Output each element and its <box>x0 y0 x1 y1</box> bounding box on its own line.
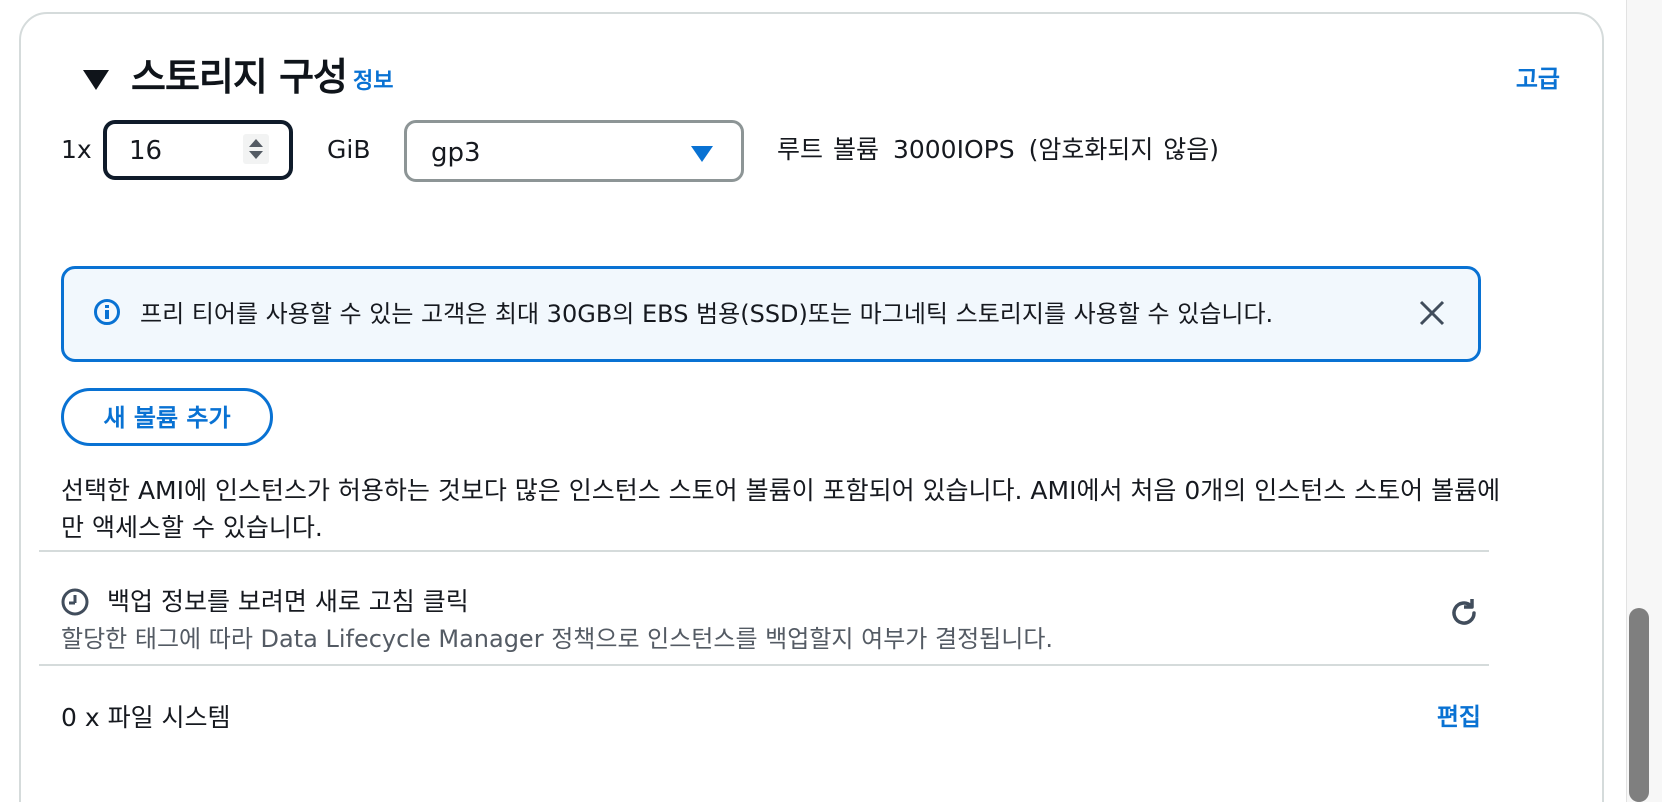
backup-info-row: 백업 정보를 보려면 새로 고침 클릭 할당한 태그에 따라 Data Life… <box>61 582 1481 658</box>
info-icon <box>94 299 120 325</box>
section-header: 스토리지 구성 정보 고급 <box>63 44 1560 99</box>
chevron-down-icon <box>691 146 713 162</box>
section-title[interactable]: 스토리지 구성 <box>131 52 348 102</box>
encryption-label: (암호화되지 않음) <box>1028 135 1220 164</box>
file-system-row: 0 x 파일 시스템 편집 <box>61 702 1481 742</box>
close-icon[interactable] <box>1416 297 1448 329</box>
refresh-icon[interactable] <box>1447 596 1481 630</box>
iops-label: 3000IOPS <box>892 135 1015 164</box>
storage-config-panel: 스토리지 구성 정보 고급 1x GiB gp3 루트 볼륨 3000IOPS (암… <box>19 12 1604 802</box>
volume-description: 루트 볼륨 3000IOPS (암호화되지 않음) <box>777 134 1233 166</box>
alert-text: 프리 티어를 사용할 수 있는 고객은 최대 30GB의 EBS 범용(SSD)… <box>140 300 1274 328</box>
free-tier-alert: 프리 티어를 사용할 수 있는 고객은 최대 30GB의 EBS 범용(SSD)… <box>61 266 1481 362</box>
size-unit-label: GiB <box>327 135 371 164</box>
quantity-label: 1x <box>61 135 92 164</box>
backup-title: 백업 정보를 보려면 새로 고침 클릭 <box>107 587 469 616</box>
advanced-link[interactable]: 고급 <box>1516 64 1560 94</box>
page: 스토리지 구성 정보 고급 1x GiB gp3 루트 볼륨 3000IOPS (암… <box>0 0 1662 802</box>
root-volume-label: 루트 볼륨 <box>777 135 879 164</box>
caret-down-icon[interactable] <box>83 70 109 90</box>
backup-description: 할당한 태그에 따라 Data Lifecycle Manager 정책으로 인… <box>61 625 1054 653</box>
scrollbar-thumb[interactable] <box>1629 608 1649 802</box>
divider <box>39 664 1489 666</box>
size-stepper[interactable] <box>243 134 269 164</box>
edit-link[interactable]: 편집 <box>1437 702 1481 732</box>
add-volume-button[interactable]: 새 볼륨 추가 <box>61 388 273 446</box>
file-system-label: 0 x 파일 시스템 <box>61 703 231 732</box>
ami-instance-store-note: 선택한 AMI에 인스턴스가 허용하는 것보다 많은 인스턴스 스토어 볼륨이 … <box>61 476 1501 542</box>
info-link[interactable]: 정보 <box>353 68 393 96</box>
stepper-down-icon[interactable] <box>249 151 263 159</box>
stepper-up-icon[interactable] <box>249 139 263 147</box>
clock-icon <box>61 588 89 616</box>
divider <box>39 550 1489 552</box>
volume-type-value: gp3 <box>431 138 481 168</box>
volume-size-field[interactable] <box>103 120 293 180</box>
volume-config-row: 1x GiB gp3 루트 볼륨 3000IOPS (암호화되지 않음) <box>61 120 1461 184</box>
volume-size-input[interactable] <box>129 136 239 166</box>
volume-type-select[interactable]: gp3 <box>404 120 744 182</box>
